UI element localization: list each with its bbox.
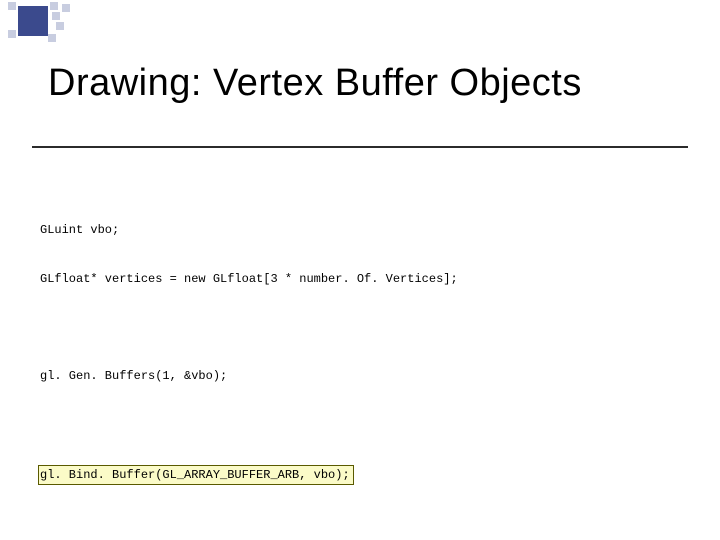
deco-small-square <box>8 2 16 10</box>
code-block: GLuint vbo; GLfloat* vertices = new GLfl… <box>40 190 700 540</box>
highlighted-code-line: gl. Bind. Buffer(GL_ARRAY_BUFFER_ARB, vb… <box>38 465 354 485</box>
slide: Drawing: Vertex Buffer Objects GLuint vb… <box>0 0 720 540</box>
deco-big-square <box>18 6 48 36</box>
code-line: GLfloat* vertices = new GLfloat[3 * numb… <box>40 271 700 287</box>
corner-decoration <box>0 0 110 40</box>
deco-small-square <box>48 34 56 42</box>
deco-small-square <box>56 22 64 30</box>
code-line: GLuint vbo; <box>40 222 700 238</box>
deco-small-square <box>52 12 60 20</box>
title-underline <box>32 146 688 148</box>
deco-small-square <box>8 30 16 38</box>
code-line: gl. Gen. Buffers(1, &vbo); <box>40 368 700 384</box>
deco-small-square <box>62 4 70 12</box>
slide-title: Drawing: Vertex Buffer Objects <box>48 62 700 105</box>
deco-small-square <box>50 2 58 10</box>
